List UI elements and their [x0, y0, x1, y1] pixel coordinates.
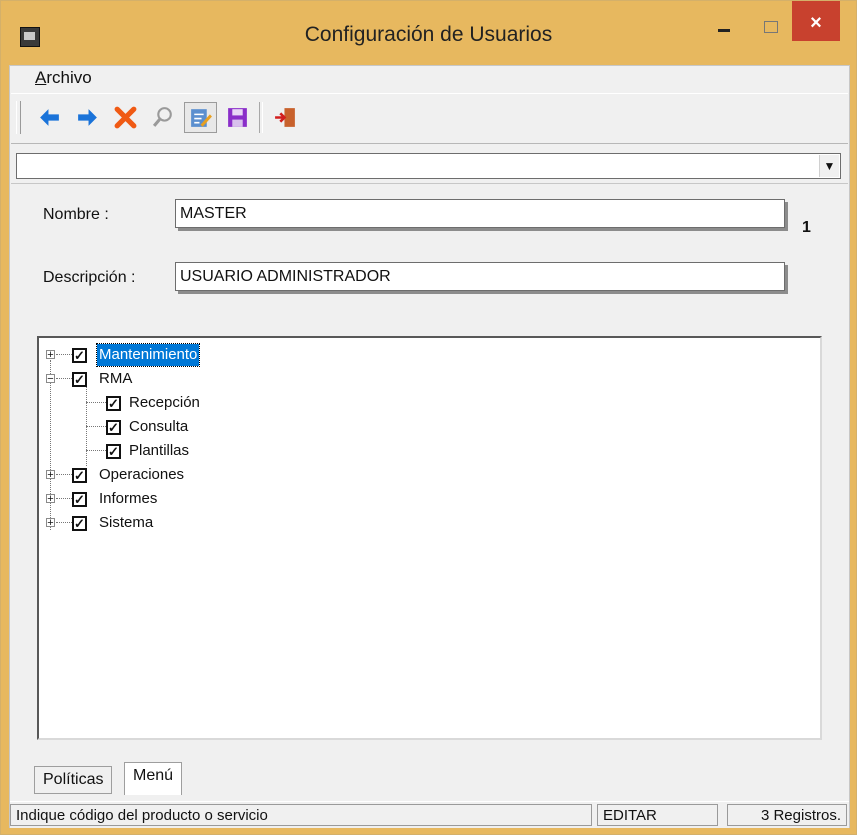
- edit-button[interactable]: [184, 102, 217, 133]
- descripcion-label: Descripción :: [43, 269, 136, 286]
- tree-connector: [56, 522, 72, 524]
- save-button[interactable]: [221, 102, 254, 133]
- tree-connector: [56, 498, 72, 500]
- tree-node-plantillas[interactable]: ✓ Plantillas: [39, 440, 399, 462]
- status-mode: EDITAR: [597, 804, 718, 826]
- delete-x-icon: [114, 106, 137, 129]
- tree-connector: [56, 474, 72, 476]
- tree-node-operaciones[interactable]: + ✓ Operaciones: [39, 464, 399, 486]
- search-icon: [152, 107, 172, 127]
- status-record-count: 3 Registros.: [727, 804, 847, 826]
- tree-node-label: Consulta: [129, 418, 189, 435]
- tree-node-label: Plantillas: [129, 442, 190, 459]
- status-bar: Indique código del producto o servicio E…: [10, 801, 849, 828]
- tree-node-informes[interactable]: + ✓ Informes: [39, 488, 399, 510]
- previous-button[interactable]: [33, 102, 66, 133]
- expand-plus-icon[interactable]: +: [46, 470, 55, 481]
- tree-node-label: Sistema: [99, 514, 154, 531]
- client-area: Archivo ▼ Nombre: MASTER 1 Descripción …: [9, 65, 850, 828]
- tab-strip: Políticas Menú: [18, 762, 848, 796]
- menu-permissions-tree[interactable]: + ✓ Mantenimiento − ✓ RMA ✓ Recepción ✓ …: [37, 336, 822, 740]
- collapse-minus-icon[interactable]: −: [46, 374, 55, 385]
- arrow-right-icon: [78, 109, 97, 126]
- minimize-icon: [718, 29, 730, 32]
- checkbox-checked-icon[interactable]: ✓: [72, 372, 87, 387]
- nombre-field[interactable]: MASTER: [175, 199, 785, 228]
- maximize-icon: [764, 21, 778, 33]
- record-number: 1: [802, 219, 811, 236]
- arrow-left-icon: [40, 109, 59, 126]
- minimize-button[interactable]: [701, 1, 747, 41]
- checkbox-checked-icon[interactable]: ✓: [72, 492, 87, 507]
- expand-plus-icon[interactable]: +: [46, 350, 55, 361]
- status-message: Indique código del producto o servicio: [10, 804, 592, 826]
- tree-connector: [86, 426, 106, 428]
- toolbar-grip[interactable]: [16, 101, 21, 134]
- search-button[interactable]: [147, 102, 180, 133]
- tree-node-rma[interactable]: − ✓ RMA: [39, 368, 399, 390]
- maximize-button[interactable]: [747, 1, 793, 41]
- user-form: Nombre : MASTER 1 Descripción : USUARIO …: [10, 184, 849, 330]
- tab-menu[interactable]: Menú: [124, 762, 183, 795]
- tree-node-recepcion[interactable]: ✓ Recepción: [39, 392, 399, 414]
- menu-bar: Archivo: [10, 66, 849, 91]
- app-window: Configuración de Usuarios × Archivo ▼ No…: [0, 0, 857, 835]
- toolbar-separator: [259, 102, 263, 133]
- descripcion-field[interactable]: USUARIO ADMINISTRADOR: [175, 262, 785, 291]
- tab-politicas[interactable]: Políticas: [34, 766, 113, 794]
- toolbar: [11, 93, 848, 144]
- tree-connector: [86, 402, 106, 404]
- tree-node-label: Operaciones: [99, 466, 185, 483]
- exit-door-icon: [275, 108, 295, 127]
- close-button[interactable]: ×: [792, 1, 840, 41]
- chevron-down-icon[interactable]: ▼: [819, 155, 839, 177]
- next-button[interactable]: [71, 102, 104, 133]
- tree-node-mantenimiento[interactable]: + ✓ Mantenimiento: [39, 343, 399, 367]
- expand-plus-icon[interactable]: +: [46, 518, 55, 529]
- checkbox-checked-icon[interactable]: ✓: [72, 516, 87, 531]
- checkbox-checked-icon[interactable]: ✓: [106, 444, 121, 459]
- exit-button[interactable]: [269, 102, 302, 133]
- checkbox-checked-icon[interactable]: ✓: [106, 420, 121, 435]
- tree-connector: [56, 354, 72, 356]
- save-icon: [228, 108, 247, 127]
- tree-node-sistema[interactable]: + ✓ Sistema: [39, 512, 399, 534]
- title-bar[interactable]: Configuración de Usuarios ×: [1, 1, 856, 65]
- checkbox-checked-icon[interactable]: ✓: [72, 468, 87, 483]
- tree-node-consulta[interactable]: ✓ Consulta: [39, 416, 399, 438]
- expand-plus-icon[interactable]: +: [46, 494, 55, 505]
- tree-connector: [86, 450, 106, 452]
- menu-archivo[interactable]: Archivo: [35, 68, 92, 88]
- nombre-label: Nombre :: [43, 206, 109, 223]
- delete-button[interactable]: [109, 102, 142, 133]
- checkbox-checked-icon[interactable]: ✓: [106, 396, 121, 411]
- tree-node-label: Informes: [99, 490, 158, 507]
- filter-combobox[interactable]: ▼: [16, 153, 841, 179]
- filter-row: ▼: [11, 147, 848, 184]
- tree-node-label: RMA: [99, 370, 133, 387]
- edit-document-icon: [191, 109, 212, 127]
- close-icon: ×: [810, 12, 822, 34]
- tree-node-label: Recepción: [129, 394, 200, 411]
- tree-connector: [56, 378, 72, 380]
- checkbox-checked-icon[interactable]: ✓: [72, 348, 87, 363]
- tree-node-label: Mantenimiento: [95, 343, 201, 367]
